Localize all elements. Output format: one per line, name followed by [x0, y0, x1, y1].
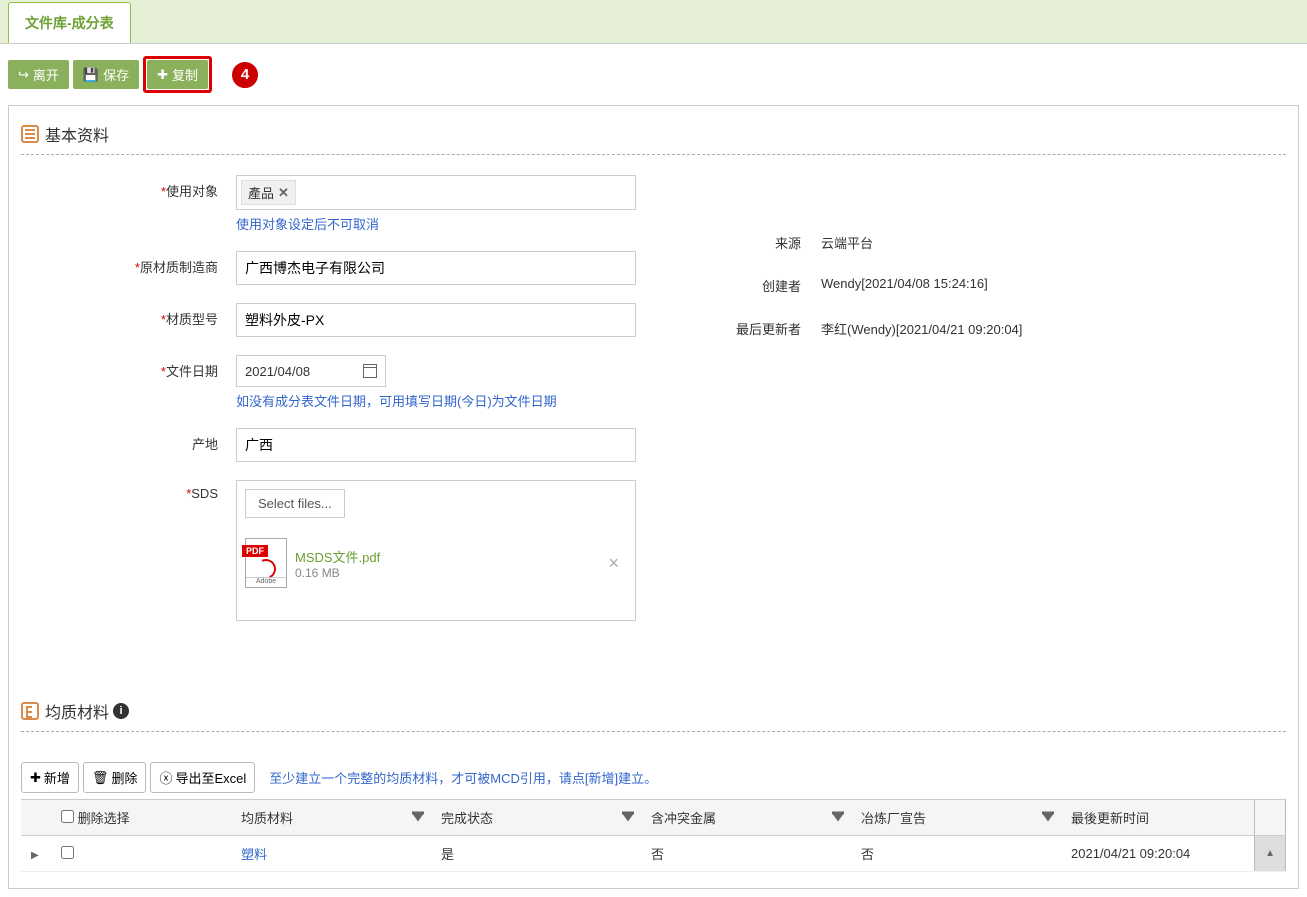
col-delete-select[interactable]: 删除选择: [51, 800, 231, 836]
tag-text: 產品: [248, 183, 274, 202]
tag-product: 產品 ✕: [241, 180, 296, 205]
row-manufacturer: *原材质制造商: [21, 251, 661, 285]
plus-icon: ✚: [157, 67, 168, 83]
row-file-date: *文件日期 2021/04/08 如没有成分表文件日期，可用填写日期(今日)为文…: [21, 355, 661, 410]
save-button[interactable]: 💾 保存: [73, 60, 139, 89]
label-manufacturer: *原材质制造商: [21, 251, 236, 276]
materials-title: 均质材料: [45, 699, 109, 723]
col-material[interactable]: 均质材料: [231, 800, 431, 836]
tabs-container: 文件库-成分表: [0, 0, 1307, 44]
filter-icon[interactable]: [623, 814, 633, 821]
file-size: 0.16 MB: [295, 566, 380, 580]
col-expand: [21, 800, 51, 836]
info-updater: 最后更新者 李红(Wendy)[2021/04/21 09:20:04]: [721, 319, 1286, 338]
filter-icon[interactable]: [1043, 814, 1053, 821]
leave-button[interactable]: ↪ 离开: [8, 60, 69, 89]
filter-icon[interactable]: [413, 814, 423, 821]
info-source: 来源 云端平台: [721, 233, 1286, 252]
pdf-icon: PDF Adobe: [245, 538, 287, 588]
copy-highlight: ✚ 复制: [143, 56, 212, 93]
col-status[interactable]: 完成状态: [431, 800, 641, 836]
row-use-target: *使用对象 產品 ✕ 使用对象设定后不可取消: [21, 175, 661, 233]
creator-value: Wendy[2021/04/08 15:24:16]: [821, 276, 988, 295]
leave-icon: ↪: [18, 67, 29, 83]
label-sds: *SDS: [21, 480, 236, 501]
cell-updated: 2021/04/21 09:20:04: [1061, 836, 1255, 872]
delete-button[interactable]: 🗑删除: [83, 762, 147, 793]
col-conflict[interactable]: 含冲突金属: [641, 800, 851, 836]
scroll-indicator: [1255, 800, 1286, 836]
copy-label: 复制: [172, 65, 198, 84]
row-sds: *SDS Select files... PDF Adobe MSDS文件.pd…: [21, 480, 661, 621]
leave-label: 离开: [33, 65, 59, 84]
expand-icon[interactable]: ▶: [31, 850, 39, 861]
file-remove-icon[interactable]: ×: [600, 553, 627, 574]
save-label: 保存: [103, 65, 129, 84]
export-button[interactable]: ⓧ导出至Excel: [150, 762, 255, 793]
calendar-icon[interactable]: [363, 364, 377, 378]
creator-label: 创建者: [721, 276, 821, 295]
file-item: PDF Adobe MSDS文件.pdf 0.16 MB ×: [245, 538, 627, 612]
row-material-no: *材质型号: [21, 303, 661, 337]
updater-value: 李红(Wendy)[2021/04/21 09:20:04]: [821, 319, 1022, 338]
content-panel: 基本资料 *使用对象 產品 ✕ 使用对象设定后不可取消 *原材质制造商: [8, 105, 1299, 889]
divider: [21, 154, 1286, 155]
divider: [21, 731, 1286, 732]
excel-icon: ⓧ: [159, 768, 172, 787]
file-date-hint: 如没有成分表文件日期，可用填写日期(今日)为文件日期: [236, 391, 661, 410]
filter-icon[interactable]: [833, 814, 843, 821]
scroll-up-icon[interactable]: ▲: [1255, 836, 1286, 872]
col-smelter[interactable]: 冶炼厂宣告: [851, 800, 1061, 836]
origin-input[interactable]: [236, 428, 636, 462]
file-date-input[interactable]: 2021/04/08: [236, 355, 386, 387]
toolbar: ↪ 离开 💾 保存 ✚ 复制 4: [0, 44, 1307, 105]
label-material-no: *材质型号: [21, 303, 236, 328]
label-use-target: *使用对象: [21, 175, 236, 200]
save-icon: 💾: [83, 67, 99, 83]
cell-conflict: 否: [641, 836, 851, 872]
table-row[interactable]: ▶ 塑料 是 否 否 2021/04/21 09:20:04 ▲: [21, 836, 1286, 872]
tree-icon: [21, 702, 39, 720]
form-left: *使用对象 產品 ✕ 使用对象设定后不可取消 *原材质制造商: [21, 175, 661, 639]
file-name[interactable]: MSDS文件.pdf: [295, 547, 380, 566]
source-label: 来源: [721, 233, 821, 252]
cell-status: 是: [431, 836, 641, 872]
label-file-date: *文件日期: [21, 355, 236, 380]
manufacturer-input[interactable]: [236, 251, 636, 285]
source-value: 云端平台: [821, 233, 873, 252]
tab-file-library[interactable]: 文件库-成分表: [8, 2, 131, 43]
select-files-button[interactable]: Select files...: [245, 489, 345, 518]
label-origin: 产地: [21, 428, 236, 453]
materials-header: 均质材料 i: [21, 699, 1286, 723]
material-no-input[interactable]: [236, 303, 636, 337]
materials-section: 均质材料 i ✚新增 🗑删除 ⓧ导出至Excel 至少建立一个完整的均质材料，才…: [21, 699, 1286, 872]
materials-table: 删除选择 均质材料 完成状态 含冲突金属 冶炼厂宣告 最後更新时间 ▶ 塑料 是…: [21, 799, 1286, 872]
trash-icon: 🗑: [92, 770, 109, 786]
use-target-hint: 使用对象设定后不可取消: [236, 214, 661, 233]
cell-smelter: 否: [851, 836, 1061, 872]
add-button[interactable]: ✚新增: [21, 762, 79, 793]
select-all-checkbox[interactable]: [61, 810, 74, 823]
row-origin: 产地: [21, 428, 661, 462]
table-toolbar: ✚新增 🗑删除 ⓧ导出至Excel 至少建立一个完整的均质材料，才可被MCD引用…: [21, 762, 1286, 793]
updater-label: 最后更新者: [721, 319, 821, 338]
info-creator: 创建者 Wendy[2021/04/08 15:24:16]: [721, 276, 1286, 295]
col-updated[interactable]: 最後更新时间: [1061, 800, 1255, 836]
info-icon[interactable]: i: [113, 703, 129, 719]
table-hint: 至少建立一个完整的均质材料，才可被MCD引用，请点[新增]建立。: [269, 768, 657, 787]
date-value: 2021/04/08: [245, 364, 310, 379]
sds-box: Select files... PDF Adobe MSDS文件.pdf 0.1…: [236, 480, 636, 621]
form-area: *使用对象 產品 ✕ 使用对象设定后不可取消 *原材质制造商: [21, 175, 1286, 639]
use-target-input[interactable]: 產品 ✕: [236, 175, 636, 210]
tag-remove-icon[interactable]: ✕: [278, 185, 289, 201]
form-right: 来源 云端平台 创建者 Wendy[2021/04/08 15:24:16] 最…: [721, 175, 1286, 639]
callout-number: 4: [232, 62, 258, 88]
copy-button[interactable]: ✚ 复制: [147, 60, 208, 89]
plus-icon: ✚: [30, 770, 41, 786]
list-icon: [21, 125, 39, 143]
basic-info-title: 基本资料: [45, 122, 109, 146]
cell-material[interactable]: 塑料: [231, 836, 431, 872]
row-checkbox[interactable]: [61, 846, 74, 859]
basic-info-header: 基本资料: [21, 122, 1286, 146]
